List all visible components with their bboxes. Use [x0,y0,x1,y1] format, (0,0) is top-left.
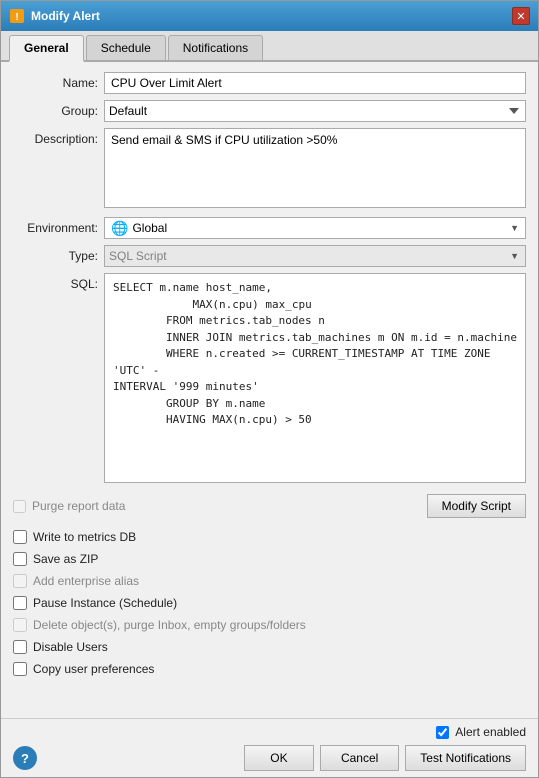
enterprise-alias-row: Add enterprise alias [13,572,526,590]
copy-prefs-label: Copy user preferences [33,662,154,676]
name-input[interactable] [104,72,526,94]
alert-enabled-checkbox[interactable] [436,726,449,739]
globe-icon: 🌐 [111,220,128,237]
sql-input[interactable]: SELECT m.name host_name, MAX(n.cpu) max_… [104,273,526,483]
description-label: Description: [13,128,98,146]
write-metrics-row: Write to metrics DB [13,528,526,546]
cancel-button[interactable]: Cancel [320,745,399,771]
content-area: Name: Group: Default Description: Send e… [1,62,538,718]
description-field-wrapper: Send email & SMS if CPU utilization >50% [104,128,526,211]
write-metrics-label: Write to metrics DB [33,530,136,544]
save-zip-checkbox[interactable] [13,552,27,566]
purge-report-label: Purge report data [32,499,125,513]
environment-select-wrapper: 🌐 Global ▼ [104,217,526,239]
name-row: Name: [13,72,526,94]
svg-text:!: ! [15,12,18,23]
type-select-container: SQL Script ▼ [104,245,526,267]
save-zip-label: Save as ZIP [33,552,98,566]
type-select: SQL Script [105,246,510,266]
title-bar: ! Modify Alert ✕ [1,1,538,31]
delete-objects-label: Delete object(s), purge Inbox, empty gro… [33,618,306,632]
tab-notifications[interactable]: Notifications [168,35,263,60]
env-dropdown-arrow: ▼ [510,223,519,233]
name-label: Name: [13,72,98,90]
disable-users-checkbox[interactable] [13,640,27,654]
disable-users-row: Disable Users [13,638,526,656]
title-bar-left: ! Modify Alert [9,8,100,24]
test-notifications-button[interactable]: Test Notifications [405,745,526,771]
purge-modify-row: Purge report data Modify Script [13,494,526,518]
type-dropdown-arrow: ▼ [510,251,525,261]
help-button[interactable]: ? [13,746,37,770]
sql-row: SQL: SELECT m.name host_name, MAX(n.cpu)… [13,273,526,486]
modify-alert-window: ! Modify Alert ✕ General Schedule Notifi… [0,0,539,778]
description-input[interactable]: Send email & SMS if CPU utilization >50% [104,128,526,208]
close-button[interactable]: ✕ [512,7,530,25]
group-label: Group: [13,100,98,118]
group-select[interactable]: Default [104,100,526,122]
type-label: Type: [13,245,98,263]
copy-prefs-checkbox[interactable] [13,662,27,676]
pause-instance-row: Pause Instance (Schedule) [13,594,526,612]
purge-section: Purge report data [13,499,125,513]
copy-prefs-row: Copy user preferences [13,660,526,678]
group-row: Group: Default [13,100,526,122]
environment-field-wrapper: 🌐 Global ▼ [104,217,526,239]
purge-report-checkbox[interactable] [13,500,26,513]
enterprise-alias-checkbox[interactable] [13,574,27,588]
save-zip-row: Save as ZIP [13,550,526,568]
window-title: Modify Alert [31,9,100,23]
enterprise-alias-label: Add enterprise alias [33,574,139,588]
footer-buttons: ? OK Cancel Test Notifications [13,745,526,771]
tab-schedule[interactable]: Schedule [86,35,166,60]
sql-label: SQL: [13,273,98,291]
delete-objects-checkbox[interactable] [13,618,27,632]
sql-field-wrapper: SELECT m.name host_name, MAX(n.cpu) max_… [104,273,526,486]
type-row: Type: SQL Script ▼ [13,245,526,267]
environment-select[interactable]: Global [132,221,506,235]
description-row: Description: Send email & SMS if CPU uti… [13,128,526,211]
footer-buttons-right: OK Cancel Test Notifications [244,745,526,771]
alert-enabled-label: Alert enabled [455,725,526,739]
checkboxes-section: Write to metrics DB Save as ZIP Add ente… [13,528,526,678]
ok-button[interactable]: OK [244,745,314,771]
tabs-container: General Schedule Notifications [1,31,538,62]
tab-general[interactable]: General [9,35,84,62]
type-field-wrapper: SQL Script ▼ [104,245,526,267]
delete-objects-row: Delete object(s), purge Inbox, empty gro… [13,616,526,634]
environment-label: Environment: [13,217,98,235]
alert-enabled-row: Alert enabled [13,725,526,739]
write-metrics-checkbox[interactable] [13,530,27,544]
alert-title-icon: ! [9,8,25,24]
group-field-wrapper: Default [104,100,526,122]
footer: Alert enabled ? OK Cancel Test Notificat… [1,718,538,777]
modify-script-button[interactable]: Modify Script [427,494,526,518]
pause-instance-checkbox[interactable] [13,596,27,610]
environment-row: Environment: 🌐 Global ▼ [13,217,526,239]
name-field-wrapper [104,72,526,94]
pause-instance-label: Pause Instance (Schedule) [33,596,177,610]
disable-users-label: Disable Users [33,640,108,654]
